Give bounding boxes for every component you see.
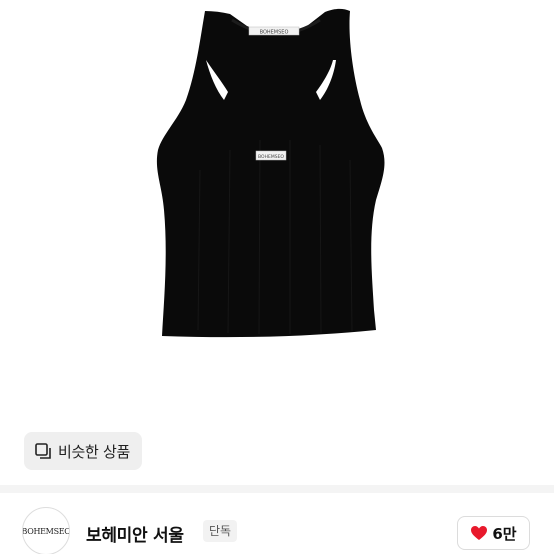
brand-logo-text: BOHEMSEO (22, 526, 70, 536)
product-page: BOHEMSEO BOHEMSEO 비슷한 상품 BOHEMSEO 보헤미안 서… (0, 0, 554, 554)
seller-name[interactable]: 보헤미안 서울 (86, 521, 184, 546)
neck-label-text: BOHEMSEO (260, 30, 289, 36)
similar-items-icon (34, 442, 52, 460)
exclusive-badge: 단독 (203, 520, 238, 542)
heart-icon (470, 525, 488, 541)
like-button[interactable]: 6만 (457, 516, 530, 550)
section-divider (0, 485, 554, 493)
front-label-text: BOHEMSEO (258, 154, 284, 160)
similar-items-label: 비슷한 상품 (58, 442, 130, 461)
seller-row[interactable]: BOHEMSEO 보헤미안 서울 단독 6만 (0, 493, 554, 554)
like-count: 6만 (492, 524, 517, 543)
product-image[interactable]: BOHEMSEO BOHEMSEO (0, 0, 554, 485)
similar-items-button[interactable]: 비슷한 상품 (24, 432, 142, 470)
tank-top-image: BOHEMSEO BOHEMSEO (156, 8, 385, 338)
brand-logo[interactable]: BOHEMSEO (22, 507, 70, 554)
